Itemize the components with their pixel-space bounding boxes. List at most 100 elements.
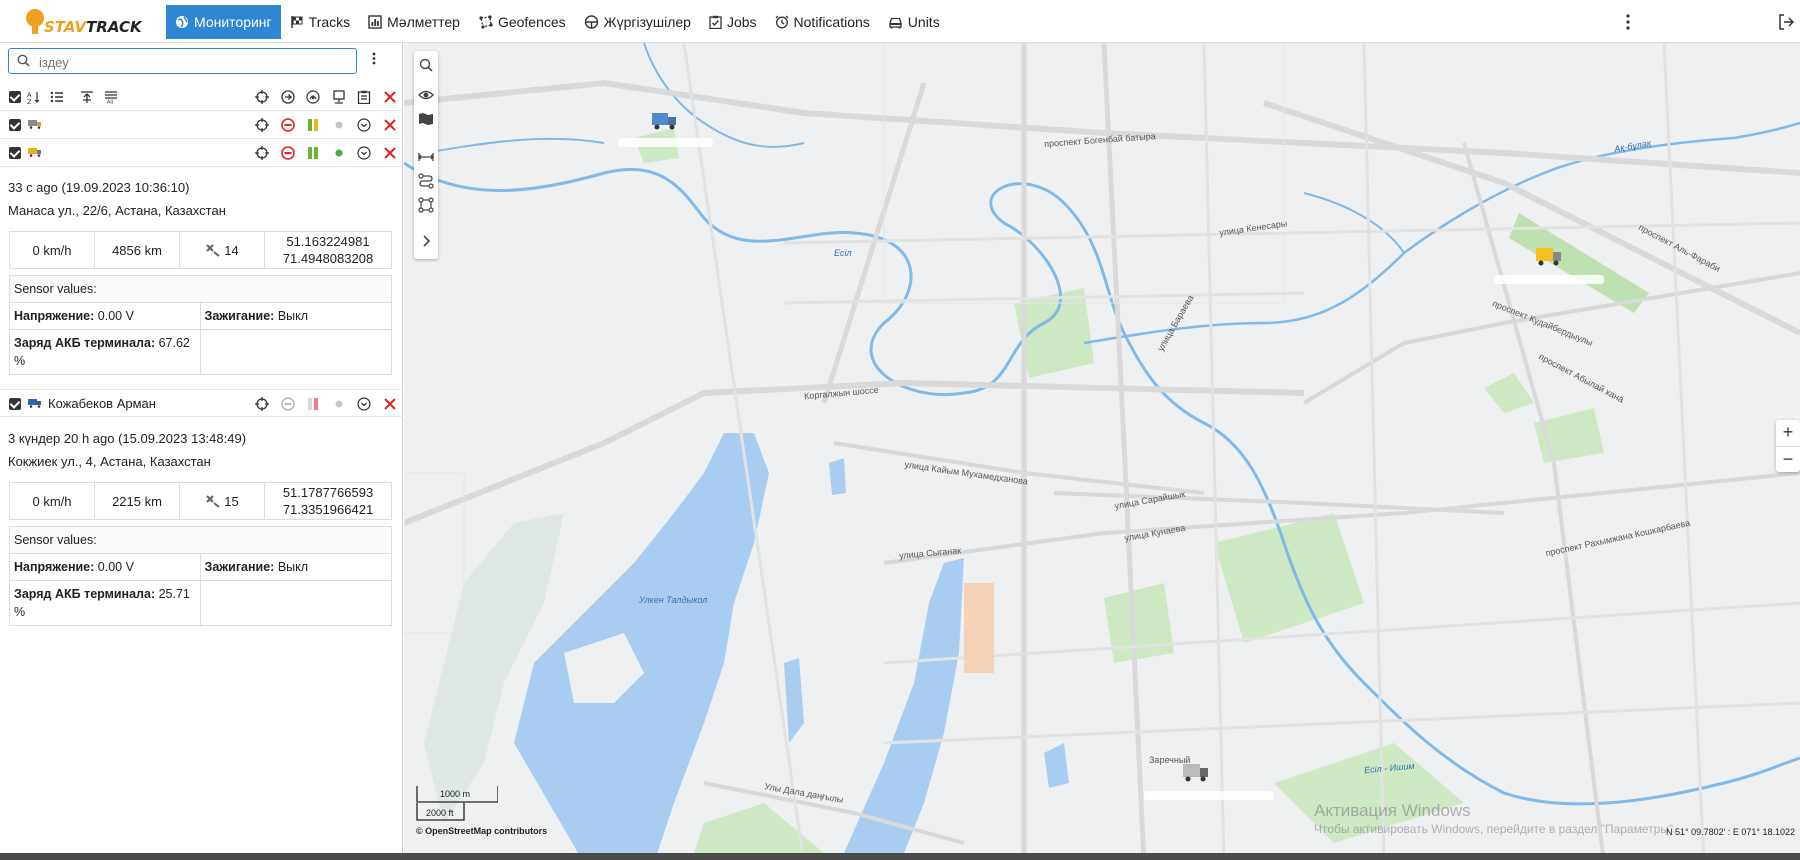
zoom-out-button[interactable]: − [1776,446,1800,473]
cursor-coordinates: N 51° 09.7802′ : E 071° 18.1022 [1666,827,1795,837]
nav-reports[interactable]: Мәлметтер [359,5,469,39]
sensor-values: Sensor values: Напряжение: 0.00 V Зажига… [9,526,392,626]
search-input[interactable] [37,52,341,72]
map-view[interactable]: проспект Богенбай батыра проспект Абылай… [404,43,1800,853]
crosshair-icon[interactable] [255,397,269,411]
fuel-level-icon [308,147,318,159]
units-panel: AZ All 33 с ago (19.09.2023 10:36:10) [0,43,403,853]
nav-geofences[interactable]: Geofences [469,5,575,39]
fuel-level-icon [308,398,318,410]
remove-unit-icon[interactable] [383,397,397,411]
chevron-right-icon[interactable] [418,233,434,249]
stavtrack-logo[interactable]: STAVTRACK [24,6,142,38]
logout-icon[interactable] [1778,13,1794,31]
unit-address: Манаса ул., 22/6, Астана, Казахстан [8,203,226,218]
unit-stats: 0 km/h 4856 km 14 51.163224981 71.494808… [9,231,392,269]
mileage-value: 4856 km [95,232,180,268]
map-search-icon[interactable] [418,57,434,73]
mileage-value: 2215 km [95,483,180,519]
coordinates-cell: 51.163224981 71.4948083208 [282,234,374,266]
ruler-icon[interactable] [418,149,434,165]
network-icon[interactable] [418,197,434,213]
map-background [404,43,1800,853]
status-dot-icon [335,121,343,129]
unit-stats: 0 km/h 2215 km 15 51.1787766593 71.33519… [9,482,392,520]
clipboard-list-icon[interactable] [357,90,371,104]
expand-chevron-icon[interactable] [357,118,371,132]
map-toolbar [414,51,438,259]
map-attribution[interactable]: © OpenStreetMap contributors [416,826,547,836]
top-bar: STAVTRACK Мониторинг Tracks Мәлметтер Ge… [0,0,1800,43]
map-scale: 1000 m 2000 ft [416,785,498,821]
engine-block-icon[interactable] [281,397,295,411]
units-toolbar: AZ All [0,83,403,111]
zoom-in-button[interactable]: + [1776,420,1800,446]
nav-notifications[interactable]: Notifications [766,5,879,39]
nav-jobs[interactable]: Jobs [700,5,766,39]
vehicle-marker-truck-icon[interactable] [1181,761,1211,783]
eye-icon[interactable] [418,87,434,103]
satellite-icon [206,244,220,257]
voltage-sensor: Напряжение: 0.00 V [10,554,201,580]
more-vertical-icon[interactable] [1622,12,1634,32]
chart-icon [368,15,382,29]
unit-row[interactable] [0,111,403,139]
delete-all-icon[interactable] [383,90,397,104]
search-icon [17,54,30,67]
vehicle-marker-truck-icon[interactable] [1534,245,1564,267]
vehicle-marker-truck-icon[interactable] [650,109,680,131]
satellites-cell: 15 [180,483,265,519]
select-all-checkbox[interactable] [9,91,21,103]
alarm-icon [775,15,788,29]
bottom-bar [0,853,1800,860]
unit-checkbox[interactable] [9,398,21,410]
crosshair-icon[interactable] [255,90,269,104]
voltage-sensor: Напряжение: 0.00 V [10,303,201,329]
monitor-icon[interactable] [332,90,346,104]
nav-monitoring[interactable]: Мониторинг [166,5,281,39]
unit-row[interactable] [0,139,403,167]
unit-address: Кокжиек ул., 4, Астана, Казахстан [8,454,211,469]
sort-alpha-icon[interactable]: AZ [27,90,41,104]
signal-icon[interactable] [306,90,320,104]
crosshair-icon[interactable] [255,118,269,132]
svg-text:Z: Z [27,98,32,104]
expand-chevron-icon[interactable] [357,397,371,411]
nav-tracks[interactable]: Tracks [281,5,359,39]
nav-units[interactable]: Units [879,5,949,39]
zoom-control: + − [1776,420,1800,472]
svg-text:All: All [107,100,113,105]
send-command-icon[interactable] [281,90,295,104]
crosshair-icon[interactable] [255,146,269,160]
route-icon[interactable] [418,173,434,189]
speed-value: 0 km/h [10,483,95,519]
truck-icon [28,120,41,129]
map-label: Есіл [834,248,852,258]
search-menu-icon[interactable] [372,52,376,65]
engine-block-icon[interactable] [281,146,295,160]
sensor-title: Sensor values: [10,527,391,554]
remove-unit-icon[interactable] [383,118,397,132]
list-icon[interactable] [50,90,64,104]
nav-drivers[interactable]: Жүргізушілер [575,5,700,39]
engine-block-icon[interactable] [281,118,295,132]
expand-group-icon[interactable] [80,90,94,104]
fuel-level-icon [308,119,318,131]
car-icon [889,17,902,29]
expand-chevron-icon[interactable] [357,146,371,160]
unit-checkbox[interactable] [9,147,21,159]
sensor-title: Sensor values: [10,276,391,303]
battery-sensor: Заряд АКБ терминала: 25.71 % [10,581,201,625]
unit-row[interactable]: Кожабеков Арман [0,389,403,417]
status-dot-icon [335,149,343,157]
remove-unit-icon[interactable] [383,146,397,160]
unit-checkbox[interactable] [9,119,21,131]
collapse-all-icon[interactable]: All [104,90,118,104]
globe-icon [176,16,188,28]
battery-sensor: Заряд АКБ терминала: 67.62 % [10,330,201,374]
layers-map-icon[interactable] [418,111,434,127]
coordinates-cell: 51.1787766593 71.3351966421 [282,485,374,517]
sensor-values: Sensor values: Напряжение: 0.00 V Зажига… [9,275,392,375]
status-dot-icon [335,400,343,408]
ignition-sensor: Зажигание: Выкл [204,309,309,323]
